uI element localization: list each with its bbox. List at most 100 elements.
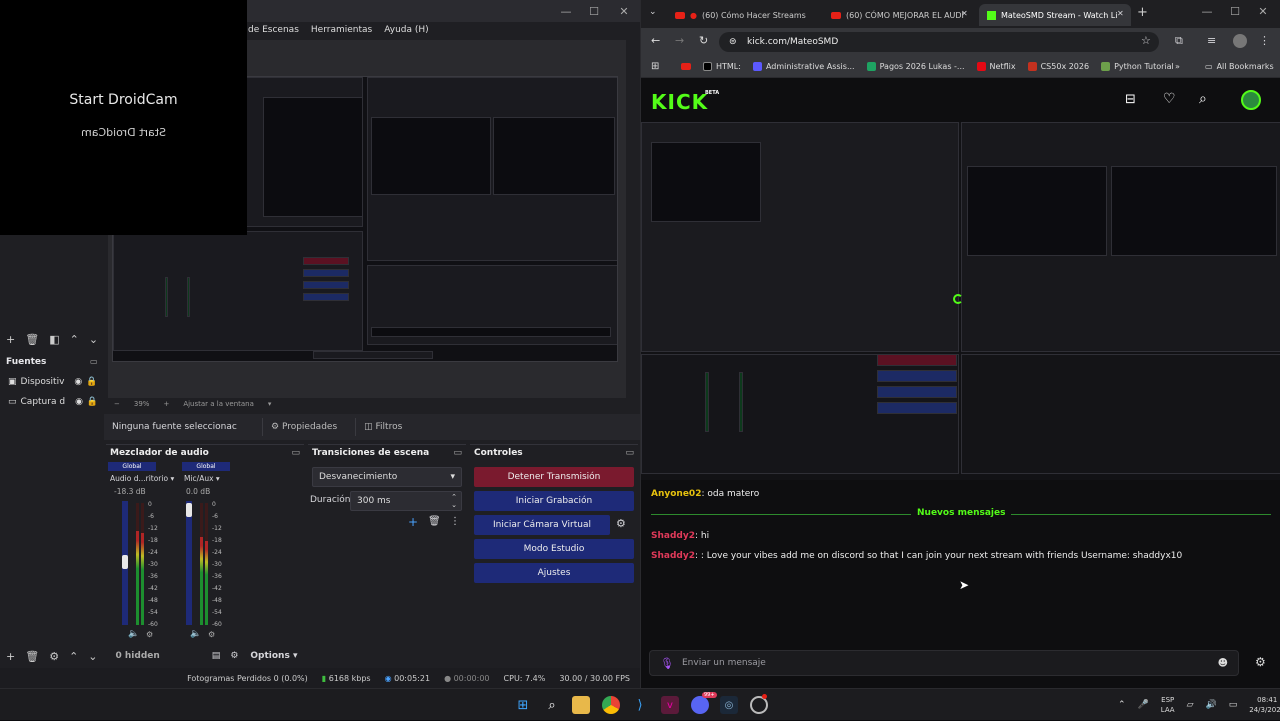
volume-slider-handle[interactable] bbox=[122, 555, 128, 569]
user-avatar[interactable] bbox=[1241, 90, 1261, 110]
kick-logo[interactable]: KICK bbox=[651, 90, 708, 114]
eye-icon[interactable]: ◉ bbox=[74, 377, 82, 387]
close-tab-icon[interactable]: ✕ bbox=[961, 9, 968, 18]
bookmark-html[interactable]: HTML: bbox=[703, 62, 741, 71]
volume-icon[interactable]: 🔊 bbox=[1206, 700, 1217, 710]
close-tab-icon[interactable]: ✕ bbox=[1117, 9, 1124, 18]
down-icon[interactable]: ⌄ bbox=[89, 333, 98, 346]
close-icon[interactable]: ✕ bbox=[1249, 0, 1277, 22]
stepper-icon[interactable]: ⌃ ⌄ bbox=[451, 493, 457, 509]
filters-button[interactable]: ◫ Filtros bbox=[355, 418, 410, 436]
media-icon[interactable]: ≡ bbox=[1207, 34, 1216, 47]
stop-stream-button[interactable]: Detener Transmisión bbox=[474, 467, 634, 487]
bookmark-cs50[interactable]: CS50x 2026 bbox=[1027, 62, 1089, 71]
bookmark-python[interactable]: Python Tutorial bbox=[1101, 62, 1174, 71]
tab-search-icon[interactable]: ⌄ bbox=[649, 7, 657, 17]
extensions-icon[interactable]: ⧉ bbox=[1175, 34, 1183, 48]
bookmark-admin[interactable]: Administrative Assis... bbox=[752, 62, 855, 71]
minimize-icon[interactable]: — bbox=[552, 0, 580, 22]
speaker-icon[interactable]: 🔈 bbox=[128, 629, 139, 639]
chat-username[interactable]: Shaddy2 bbox=[651, 531, 695, 541]
dock-menu-icon[interactable]: ▭ bbox=[453, 448, 462, 458]
new-tab-icon[interactable]: + bbox=[1137, 5, 1148, 20]
menu-herramientas[interactable]: Herramientas bbox=[311, 25, 372, 35]
add-icon[interactable]: + bbox=[6, 333, 15, 346]
chat-input[interactable]: 🎙 Enviar un mensaje ☻ bbox=[649, 650, 1239, 676]
bookmark-netflix[interactable]: Netflix bbox=[976, 62, 1016, 71]
speaker-icon[interactable]: 🔈 bbox=[190, 629, 201, 639]
chrome-icon[interactable] bbox=[602, 696, 620, 714]
trash-icon[interactable]: 🗑 bbox=[428, 516, 441, 527]
clock[interactable]: 08:41 24/3/2026 bbox=[1249, 695, 1280, 715]
layout-icon[interactable]: ▤ bbox=[212, 651, 221, 661]
chevron-right-icon[interactable]: » bbox=[1175, 62, 1180, 71]
bookmark-pagos[interactable]: Pagos 2026 Lukas -... bbox=[866, 62, 965, 71]
search-icon[interactable]: ⌕ bbox=[543, 696, 561, 714]
tab-mateosmd-stream[interactable]: MateoSMD Stream - Watch Li bbox=[979, 4, 1131, 26]
dock-menu-icon[interactable]: ▭ bbox=[625, 448, 634, 458]
avatar[interactable] bbox=[1233, 34, 1247, 48]
gear-icon[interactable]: ⚙ bbox=[208, 630, 215, 639]
language-indicator[interactable]: ESP LAA bbox=[1161, 695, 1175, 715]
lock-icon[interactable]: 🔒 bbox=[86, 377, 97, 387]
chevron-down-icon[interactable]: ▾ bbox=[268, 400, 272, 408]
duration-field[interactable]: 300 ms ⌃ ⌄ bbox=[350, 491, 462, 511]
dock-menu-icon[interactable]: ▭ bbox=[291, 448, 300, 458]
properties-button[interactable]: ⚙ Propiedades bbox=[262, 418, 345, 436]
site-info-icon[interactable]: ⊜ bbox=[729, 37, 737, 47]
chat-settings-icon[interactable]: ⚙ bbox=[1255, 655, 1266, 669]
forward-icon[interactable]: → bbox=[675, 34, 684, 47]
heart-icon[interactable]: ♡ bbox=[1163, 91, 1176, 107]
inbox-icon[interactable]: ⊟ bbox=[1125, 92, 1136, 107]
gear-icon[interactable]: ⚙ bbox=[146, 630, 153, 639]
emoji-icon[interactable]: ☻ bbox=[1218, 658, 1228, 669]
channel-name[interactable]: Audio d...ritorio ▾ bbox=[110, 474, 174, 483]
youtube-icon[interactable] bbox=[681, 63, 691, 70]
volume-slider[interactable] bbox=[186, 501, 192, 625]
stream-video-player[interactable] bbox=[641, 122, 1280, 480]
source-item[interactable]: ▭ Captura d ◉ 🔒 bbox=[0, 393, 104, 411]
trash-icon[interactable]: 🗑 bbox=[25, 333, 39, 346]
tab-cómo-mejorar-audio[interactable]: (60) CÓMO MEJORAR EL AUDI bbox=[823, 4, 973, 26]
network-icon[interactable]: ▱ bbox=[1187, 700, 1194, 710]
new-messages-label[interactable]: Nuevos mensajes bbox=[911, 508, 1012, 518]
lock-icon[interactable]: 🔒 bbox=[87, 397, 98, 407]
zoom-plus-icon[interactable]: + bbox=[163, 400, 169, 408]
dock-menu-icon[interactable]: ▭ bbox=[90, 357, 98, 366]
all-bookmarks[interactable]: ▭ All Bookmarks bbox=[1205, 62, 1274, 71]
options-button[interactable]: Options ▾ bbox=[250, 651, 297, 661]
address-bar[interactable]: ⊜ kick.com/MateoSMD bbox=[719, 32, 1159, 52]
source-item[interactable]: ▣ Dispositiv ◉ 🔒 bbox=[0, 373, 104, 391]
filter-icon[interactable]: ◧ bbox=[49, 333, 59, 346]
maximize-icon[interactable]: ☐ bbox=[580, 0, 608, 22]
studio-mode-button[interactable]: Modo Estudio bbox=[474, 539, 634, 559]
eye-icon[interactable]: ◉ bbox=[75, 397, 83, 407]
chat-username[interactable]: Anyone02 bbox=[651, 489, 701, 499]
volume-slider-handle[interactable] bbox=[186, 503, 192, 517]
apps-icon[interactable]: ⊞ bbox=[651, 61, 659, 72]
file-explorer-icon[interactable] bbox=[572, 696, 590, 714]
settings-button[interactable]: Ajustes bbox=[474, 563, 634, 583]
menu-icon[interactable]: ⋮ bbox=[1259, 34, 1270, 47]
mic-icon[interactable]: 🎙 bbox=[660, 657, 674, 670]
more-icon[interactable]: ⋮ bbox=[450, 516, 460, 527]
transition-select[interactable]: Desvanecimiento ▾ bbox=[312, 467, 462, 487]
minimize-icon[interactable]: — bbox=[1193, 0, 1221, 22]
battery-icon[interactable]: ▭ bbox=[1229, 700, 1238, 710]
gear-icon[interactable]: ⚙ bbox=[49, 650, 59, 663]
chat-username[interactable]: Shaddy2 bbox=[651, 551, 695, 561]
up-icon[interactable]: ⌃ bbox=[70, 333, 79, 346]
menu-escenas[interactable]: de Escenas bbox=[248, 25, 299, 35]
menu-ayuda[interactable]: Ayuda (H) bbox=[384, 25, 428, 35]
start-record-button[interactable]: Iniciar Grabación bbox=[474, 491, 634, 511]
trash-icon[interactable]: 🗑 bbox=[25, 650, 39, 663]
zoom-mode[interactable]: Ajustar a la ventana bbox=[183, 400, 254, 408]
channel-name[interactable]: Mic/Aux ▾ bbox=[184, 474, 220, 483]
virtual-camera-button[interactable]: Iniciar Cámara Virtual bbox=[474, 515, 610, 535]
steam-icon[interactable]: ◎ bbox=[720, 696, 738, 714]
discord-icon[interactable] bbox=[691, 696, 709, 714]
close-icon[interactable]: ✕ bbox=[610, 0, 638, 22]
chevron-up-icon[interactable]: ⌃ bbox=[1118, 700, 1126, 710]
reload-icon[interactable]: ↻ bbox=[699, 34, 708, 47]
vscode-icon[interactable]: ⟩ bbox=[631, 696, 649, 714]
